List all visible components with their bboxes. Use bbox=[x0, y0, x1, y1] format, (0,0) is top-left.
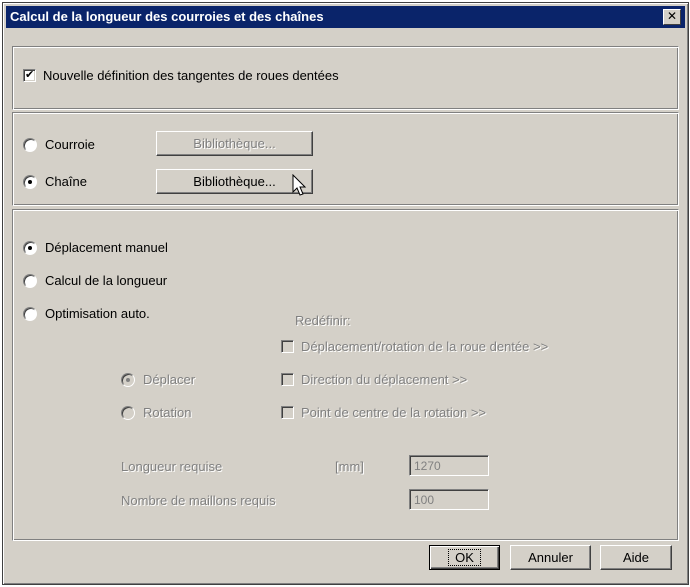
title-bar[interactable]: Calcul de la longueur des courroies et d… bbox=[6, 6, 685, 28]
calcul-radio[interactable] bbox=[23, 273, 37, 288]
deplacement-radio[interactable] bbox=[23, 240, 37, 255]
chaine-library-button[interactable]: Bibliothèque... bbox=[156, 169, 313, 194]
courroie-label: Courroie bbox=[45, 137, 95, 152]
radio-dot-icon bbox=[28, 245, 32, 250]
optimisation-radio-row[interactable]: Optimisation auto. bbox=[23, 306, 150, 321]
type-group bbox=[12, 112, 679, 206]
mouse-cursor-icon bbox=[292, 174, 307, 196]
longueur-label: Longueur requise bbox=[121, 459, 223, 474]
maillons-label: Nombre de maillons requis bbox=[121, 493, 276, 508]
courroie-radio-row[interactable]: Courroie bbox=[23, 137, 95, 152]
deplacer-label: Déplacer bbox=[143, 372, 196, 387]
deplacer-radio[interactable] bbox=[121, 372, 135, 387]
maillons-input[interactable]: 100 bbox=[409, 489, 489, 510]
redef-checkbox[interactable] bbox=[281, 373, 294, 386]
annuler-button[interactable]: Annuler bbox=[510, 545, 591, 570]
redefinir-label: Redéfinir: bbox=[295, 313, 351, 328]
radio-dot-icon bbox=[28, 179, 32, 184]
redef-item-label: Déplacement/rotation de la roue dentée >… bbox=[301, 339, 549, 354]
deplacement-radio-row[interactable]: Déplacement manuel bbox=[23, 240, 168, 255]
redef-item-label: Point de centre de la rotation >> bbox=[301, 405, 487, 420]
tangent-checkbox[interactable]: ✔ bbox=[23, 69, 36, 82]
deplacer-radio-row[interactable]: Déplacer bbox=[121, 372, 195, 387]
chaine-radio[interactable] bbox=[23, 174, 37, 189]
calcul-label: Calcul de la longueur bbox=[45, 273, 168, 288]
deplacement-label: Déplacement manuel bbox=[45, 240, 168, 255]
optimisation-label: Optimisation auto. bbox=[45, 306, 150, 321]
chaine-radio-row[interactable]: Chaîne bbox=[23, 174, 87, 189]
longueur-input[interactable]: 1270 bbox=[409, 455, 489, 476]
redef-item-row[interactable]: Direction du déplacement >> bbox=[281, 372, 467, 387]
rotation-radio-row[interactable]: Rotation bbox=[121, 405, 191, 420]
redef-item-row[interactable]: Déplacement/rotation de la roue dentée >… bbox=[281, 339, 548, 354]
rotation-radio[interactable] bbox=[121, 405, 135, 420]
tangent-checkbox-row[interactable]: ✔ Nouvelle définition des tangentes de r… bbox=[23, 68, 339, 83]
courroie-radio[interactable] bbox=[23, 137, 37, 152]
dialog-window: Calcul de la longueur des courroies et d… bbox=[2, 2, 689, 585]
window-title: Calcul de la longueur des courroies et d… bbox=[10, 9, 324, 24]
redef-checkbox[interactable] bbox=[281, 340, 294, 353]
calcul-radio-row[interactable]: Calcul de la longueur bbox=[23, 273, 167, 288]
chaine-label: Chaîne bbox=[45, 174, 87, 189]
check-icon: ✔ bbox=[25, 69, 35, 81]
redef-item-row[interactable]: Point de centre de la rotation >> bbox=[281, 405, 486, 420]
courroie-library-button[interactable]: Bibliothèque... bbox=[156, 131, 313, 156]
rotation-label: Rotation bbox=[143, 405, 192, 420]
radio-dot-icon bbox=[126, 377, 130, 382]
optimisation-radio[interactable] bbox=[23, 306, 37, 321]
redef-item-label: Direction du déplacement >> bbox=[301, 372, 468, 387]
ok-button-label: OK bbox=[448, 549, 481, 566]
aide-button[interactable]: Aide bbox=[600, 545, 672, 570]
close-icon[interactable]: ✕ bbox=[663, 9, 681, 25]
ok-button[interactable]: OK bbox=[429, 545, 500, 570]
unit-label: [mm] bbox=[335, 459, 364, 474]
tangent-label: Nouvelle définition des tangentes de rou… bbox=[43, 68, 339, 83]
redef-checkbox[interactable] bbox=[281, 406, 294, 419]
